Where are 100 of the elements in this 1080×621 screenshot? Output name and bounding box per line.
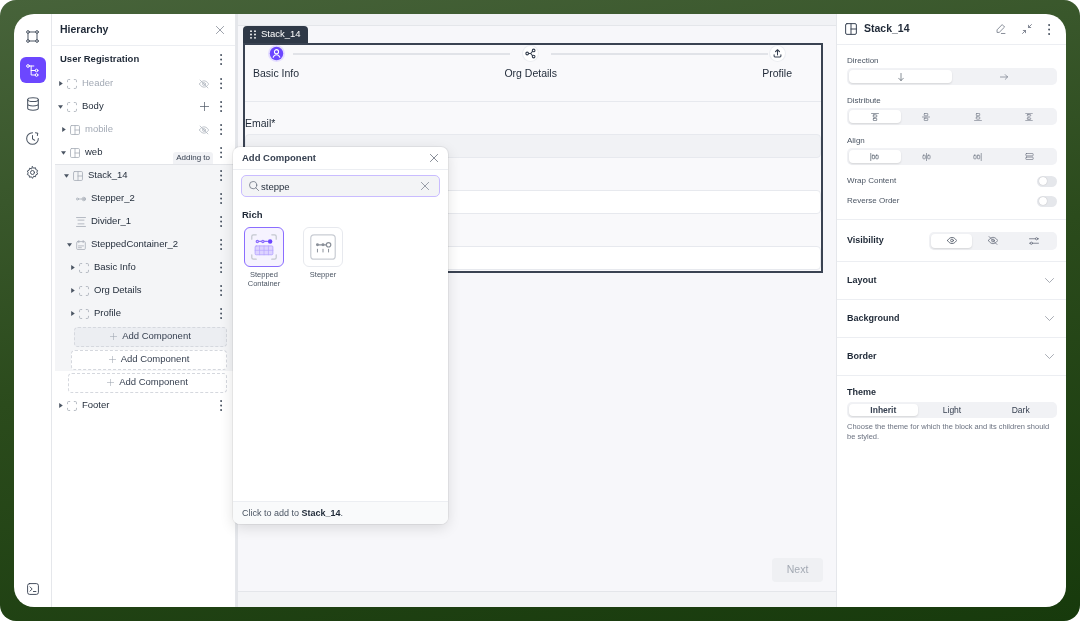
caret-right-icon[interactable] (58, 403, 63, 408)
user-icon[interactable] (267, 45, 285, 62)
tag-label: Stack_14 (261, 27, 301, 42)
caret-down-icon[interactable] (61, 150, 66, 155)
theme-option[interactable]: Inherit (849, 404, 918, 416)
node-label: Profile (94, 306, 121, 321)
theme-option[interactable]: Light (917, 404, 987, 416)
upload-icon[interactable] (768, 45, 786, 62)
tree-item[interactable]: Basic Info (70, 256, 136, 279)
toggle-switch[interactable] (1037, 195, 1057, 207)
node-label: Basic Info (94, 260, 136, 275)
history-icon (26, 131, 39, 145)
caret-down-icon[interactable] (58, 104, 63, 109)
collapse-icon[interactable] (1021, 24, 1032, 34)
caret-right-icon[interactable] (61, 127, 66, 132)
section-title: Visibility (847, 233, 884, 247)
add-component-button[interactable]: Add Component (68, 372, 227, 393)
edit-icon[interactable] (995, 24, 1006, 34)
tree-item[interactable]: Footer (58, 394, 110, 417)
node-label: web (85, 145, 103, 160)
space-between-icon (1025, 112, 1034, 121)
more-icon[interactable] (219, 78, 222, 89)
tree-item[interactable]: Org Details (70, 279, 142, 302)
stepped-container-icon (251, 234, 277, 260)
terminal-icon[interactable] (26, 583, 39, 595)
more-icon[interactable] (219, 285, 222, 296)
popup-title: Add Component (242, 150, 316, 165)
frame-icon (26, 29, 39, 43)
more-icon[interactable] (219, 216, 222, 227)
more-icon[interactable] (219, 262, 222, 273)
node-label: Stepper_2 (91, 191, 135, 206)
toggle-label: Wrap Content (847, 174, 897, 186)
theme-option[interactable]: Dark (986, 404, 1055, 416)
node-label: Body (82, 99, 104, 114)
step-label: Basic Info (253, 67, 300, 80)
close-icon[interactable] (216, 25, 224, 34)
tree-item[interactable]: SteppedContainer_2 (67, 233, 179, 256)
tree-icon (26, 63, 39, 77)
align-right-icon (973, 152, 983, 161)
caret-down-icon[interactable] (64, 173, 69, 178)
rail-button[interactable] (19, 57, 46, 83)
caret-right-icon[interactable] (70, 265, 75, 270)
add-component-button[interactable]: Add Component (71, 349, 227, 370)
more-icon[interactable] (1047, 23, 1050, 35)
caret-right-icon[interactable] (70, 311, 75, 316)
align-left-icon (870, 152, 880, 161)
toggle-label: Reverse Order (847, 194, 900, 206)
tree-item[interactable]: Profile (70, 302, 121, 325)
node-label: Org Details (94, 283, 142, 298)
distribute-bottom-icon (973, 112, 982, 121)
more-icon[interactable] (219, 53, 222, 65)
node-label: Stack_14 (88, 168, 128, 183)
layout-icon (70, 124, 80, 135)
property-label: Align (847, 135, 866, 146)
divider-icon (76, 216, 86, 227)
component-tile[interactable] (244, 227, 284, 267)
eye-icon (946, 237, 957, 244)
field-label: Email* (245, 116, 277, 130)
database-icon (26, 97, 39, 111)
node-label: Footer (82, 398, 110, 413)
tree-item[interactable]: Body (58, 95, 104, 118)
layout-icon (845, 23, 857, 35)
tree-item[interactable]: web (61, 141, 103, 164)
stepped-container-icon (76, 239, 86, 250)
node-label: Header (82, 76, 114, 91)
footer-hint: Click to add to Stack_14. (233, 501, 448, 524)
group-title: Rich (242, 209, 264, 221)
more-icon[interactable] (219, 308, 222, 319)
tree-item[interactable]: Stack_14 (64, 164, 128, 187)
settings-icon (26, 165, 39, 179)
more-icon[interactable] (219, 193, 222, 204)
segment-option[interactable] (931, 233, 973, 248)
target-label: Adding to (173, 152, 213, 164)
stretch-icon (1024, 153, 1034, 160)
caret-right-icon[interactable] (70, 288, 75, 293)
arrow-right-icon (999, 73, 1008, 80)
plus-icon[interactable] (199, 102, 209, 111)
more-icon[interactable] (219, 101, 222, 112)
more-icon[interactable] (219, 147, 222, 158)
tree-item[interactable]: Stepper_2 (67, 187, 135, 210)
more-icon[interactable] (219, 239, 222, 250)
panel-title: Hierarchy (60, 21, 109, 37)
search-field[interactable]: steppe (241, 175, 440, 197)
search-icon (249, 181, 259, 191)
caret-down-icon[interactable] (67, 242, 72, 247)
more-icon[interactable] (219, 170, 222, 181)
caret-right-icon[interactable] (58, 81, 63, 86)
stepper-icon (76, 195, 86, 202)
more-icon[interactable] (219, 400, 222, 411)
add-component-button[interactable]: Add Component (74, 326, 227, 347)
close-icon[interactable] (430, 154, 438, 162)
step-label: Profile (762, 67, 792, 80)
plus-icon (108, 356, 116, 363)
stepper-icon (310, 234, 336, 260)
toggle-switch[interactable] (1037, 175, 1057, 187)
section-title: Theme (847, 386, 877, 398)
more-icon[interactable] (219, 124, 222, 135)
share-icon[interactable] (522, 45, 540, 62)
tree-item[interactable]: Divider_1 (67, 210, 132, 233)
grip-icon[interactable] (250, 30, 256, 39)
